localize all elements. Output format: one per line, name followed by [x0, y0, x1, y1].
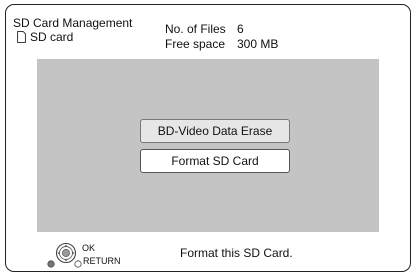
free-space-value: 300 MB — [237, 37, 279, 51]
menu-panel — [37, 59, 379, 232]
files-count-label: No. of Files — [165, 22, 226, 36]
bd-video-data-erase-button[interactable]: BD-Video Data Erase — [140, 119, 290, 143]
ok-hint: OK — [82, 243, 96, 253]
status-message: Format this SD Card. — [180, 246, 293, 260]
format-sd-card-button[interactable]: Format SD Card — [140, 149, 290, 173]
sd-card-icon — [17, 31, 26, 43]
free-space-label: Free space — [165, 37, 226, 51]
remote-dpad-icon — [47, 242, 82, 268]
device-indicator: SD card — [17, 30, 73, 44]
return-hint: RETURN — [83, 256, 121, 266]
device-label: SD card — [30, 30, 74, 44]
files-count-value: 6 — [237, 22, 244, 36]
page-title: SD Card Management — [13, 16, 133, 30]
